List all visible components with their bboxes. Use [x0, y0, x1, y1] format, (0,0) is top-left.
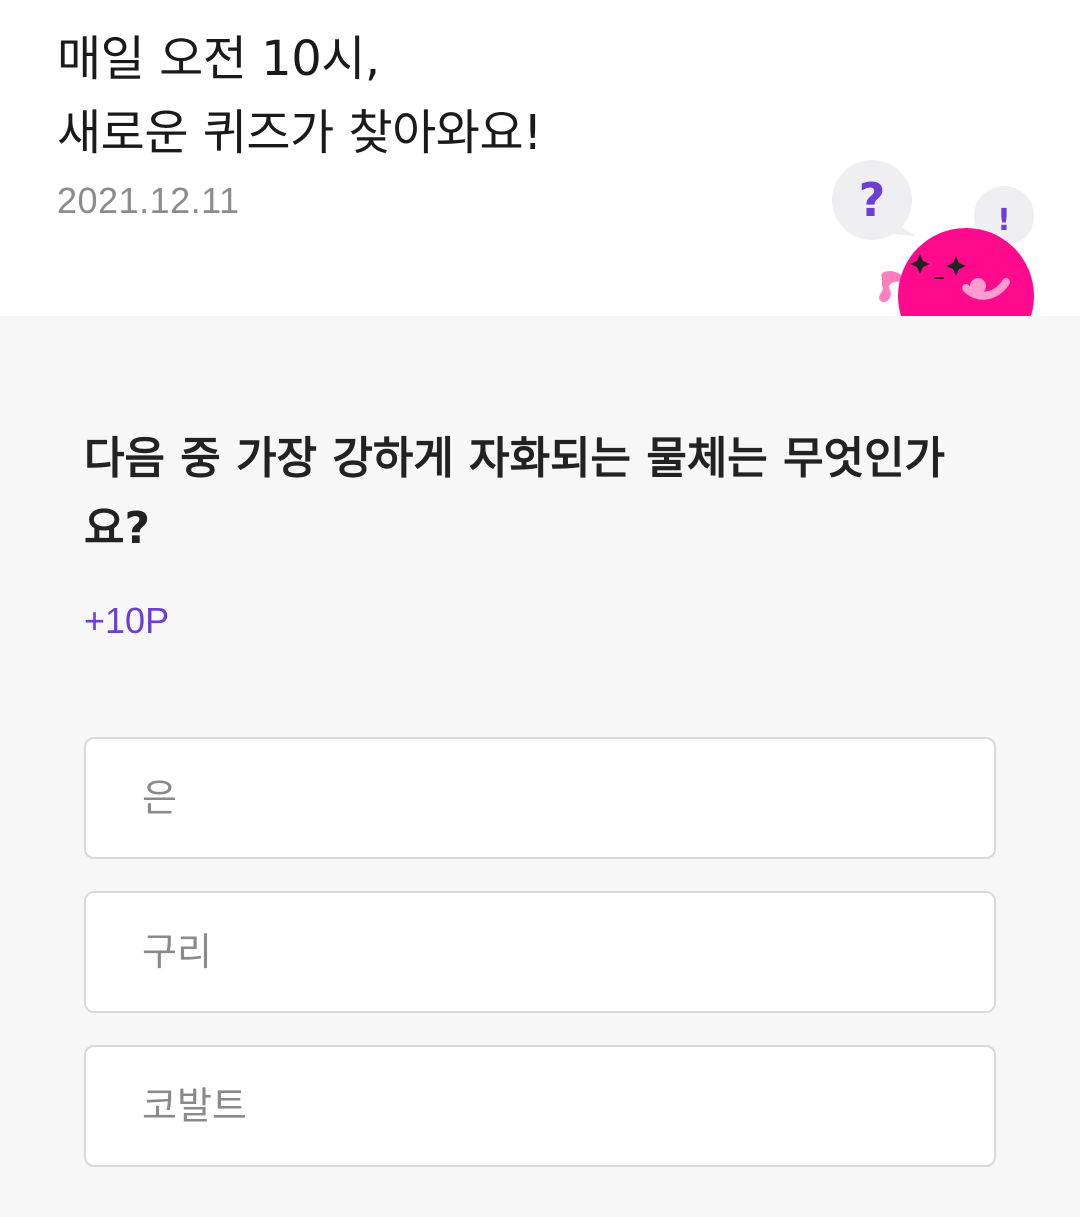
title-line-2: 새로운 퀴즈가 찾아와요!	[57, 105, 542, 161]
title-line-1: 매일 오전 10시,	[57, 31, 380, 87]
exclamation-mark: !	[997, 203, 1011, 238]
quiz-page: 매일 오전 10시, 새로운 퀴즈가 찾아와요! 2021.12.11 ? !	[0, 0, 1080, 1217]
answer-option-2[interactable]: 구리	[84, 891, 996, 1013]
answer-option-3[interactable]: 코발트	[84, 1045, 996, 1167]
quiz-date: 2021.12.11	[57, 180, 240, 221]
answer-option-1[interactable]: 은	[84, 737, 996, 859]
quiz-header: 매일 오전 10시, 새로운 퀴즈가 찾아와요! 2021.12.11 ? !	[0, 0, 1080, 316]
question-mark: ?	[859, 173, 886, 227]
quiz-question: 다음 중 가장 강하게 자화되는 물체는 무엇인가요?	[84, 433, 946, 554]
answer-option-label: 은	[142, 776, 177, 820]
answer-option-label: 구리	[142, 930, 212, 974]
mascot-illustration: ? !	[832, 160, 1034, 316]
question-bubble-icon: ?	[832, 160, 916, 240]
page-title: 매일 오전 10시, 새로운 퀴즈가 찾아와요!	[57, 22, 542, 170]
quiz-points: +10P	[84, 600, 170, 641]
answer-option-label: 코발트	[142, 1084, 247, 1128]
